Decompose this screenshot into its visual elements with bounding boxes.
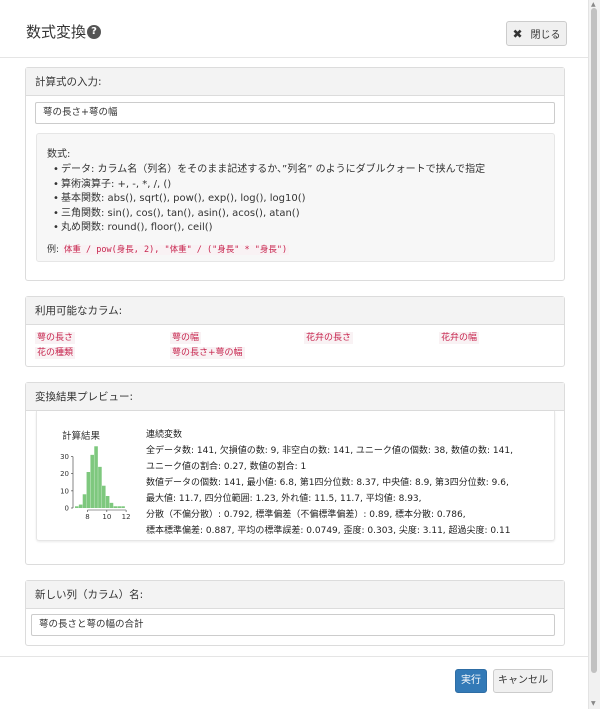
column-species[interactable]: 花の種類 [35,347,76,359]
newcol-panel: 新しい列（カラム）名: 萼の長さと萼の幅の合計 [25,580,565,646]
column-sepal-length[interactable]: 萼の長さ [35,332,76,344]
stats-line: 全データ数: 141, 欠損値の数: 9, 非空白の数: 141, ユニーク値の… [146,446,513,456]
close-label: 閉じる [530,30,561,41]
column-sepal-width[interactable]: 萼の幅 [170,332,202,344]
chart-title: 計算結果 [62,431,101,442]
column-petal-length[interactable]: 花弁の長さ [304,332,354,344]
formula-panel-header: 計算式の入力: [26,68,564,96]
histogram-bar [78,504,83,508]
stats-line: ユニーク値の割合: 0.27, 数値の割合: 1 [146,462,307,472]
help-item-round-functions: 丸め関数: round(), floor(), ceil() [53,221,544,236]
histogram-bar [105,496,110,508]
x-tick-label: 8 [85,513,89,521]
scrollbar-thumb[interactable] [591,8,597,673]
scroll-down-arrow-icon[interactable]: ▼ [591,700,596,707]
help-item-basic-functions: 基本関数: abs(), sqrt(), pow(), exp(), log()… [53,192,544,207]
histogram-bar [75,506,79,508]
formula-input[interactable]: 萼の長さ+萼の幅 [35,102,555,124]
preview-panel: 変換結果プレビュー: 計算結果 0 10 20 30 8 10 12 連続変数 全データ数:… [25,382,565,565]
dialog-header: 数式変換 ? ✖ 閉じる [0,0,600,58]
help-item-data: データ: カラム名（列名）をそのまま記述するか、”列名” のようにダブルクォート… [53,163,544,178]
histogram-bar [113,506,118,508]
histogram-bar [94,446,98,508]
histogram-bar [82,494,87,508]
example-line: 例: 体重 / pow(身長, 2), "体重" / ("身長" * "身長") [47,242,544,255]
help-item-operators: 算術演算子: +, -, *, /, () [53,178,544,193]
preview-panel-header: 変換結果プレビュー: [26,383,564,411]
y-tick-label: 0 [65,505,69,513]
column-sepal-sum[interactable]: 萼の長さ+萼の幅 [170,347,245,359]
stats-line: 数値データの個数: 141, 最小値: 6.8, 第1四分位数: 8.37, 中… [146,478,509,488]
y-tick-label: 30 [60,453,69,461]
footer-divider [0,656,600,657]
help-list: データ: カラム名（列名）をそのまま記述するか、”列名” のようにダブルクォート… [47,163,544,236]
new-column-name-input[interactable]: 萼の長さと萼の幅の合計 [31,614,555,636]
histogram-bar [86,472,91,508]
close-icon: ✖ [512,26,523,41]
cancel-button[interactable]: キャンセル [493,669,553,693]
help-item-trig-functions: 三角関数: sin(), cos(), tan(), asin(), acos(… [53,207,544,222]
y-tick-label: 20 [60,470,69,478]
histogram-bar [90,454,94,508]
histogram-bar [98,466,102,508]
example-code: 体重 / pow(身長, 2), "体重" / ("身長" * "身長") [61,244,290,255]
y-tick-label: 10 [60,487,69,495]
formula-help-box: 数式: データ: カラム名（列名）をそのまま記述するか、”列名” のようにダブル… [36,133,555,262]
scroll-up-arrow-icon[interactable]: ▲ [591,1,596,8]
example-label: 例: [47,244,60,255]
histogram-bar [121,506,125,508]
stats-heading: 連続変数 [146,430,183,440]
columns-panel: 利用可能なカラム: 萼の長さ 萼の幅 花弁の長さ 花弁の幅 花の種類 萼の長さ+… [25,296,565,367]
dialog-title: 数式変換 [26,23,87,41]
column-petal-width[interactable]: 花弁の幅 [439,332,480,344]
x-tick-label: 10 [102,513,111,521]
columns-panel-header: 利用可能なカラム: [26,297,564,325]
run-button[interactable]: 実行 [455,669,487,693]
histogram-chart: 0 10 20 30 8 10 12 [60,446,131,521]
newcol-panel-header: 新しい列（カラム）名: [26,581,564,609]
help-title: 数式: [47,149,71,160]
x-tick-label: 12 [122,513,131,521]
help-icon[interactable]: ? [87,25,101,39]
preview-content: 計算結果 0 10 20 30 8 10 12 連続変数 全データ数: 141, 欠損値の数… [36,411,555,541]
stats-line: 分散（不偏分散）: 0.792, 標準偏差（不偏標準偏差）: 0.89, 標本分… [146,510,466,520]
formula-panel: 計算式の入力: 萼の長さ+萼の幅 数式: データ: カラム名（列名）をそのまま記… [25,67,565,281]
stats-line: 標本標準偏差: 0.887, 平均の標準誤差: 0.0749, 歪度: 0.30… [146,526,511,536]
stats-line: 最大値: 11.7, 四分位範囲: 1.23, 外れ値: 11.5, 11.7,… [146,494,422,504]
histogram-bar [109,502,114,508]
close-button[interactable]: ✖ 閉じる [506,21,567,46]
histogram-bar [102,485,106,508]
histogram-bar [117,506,121,508]
